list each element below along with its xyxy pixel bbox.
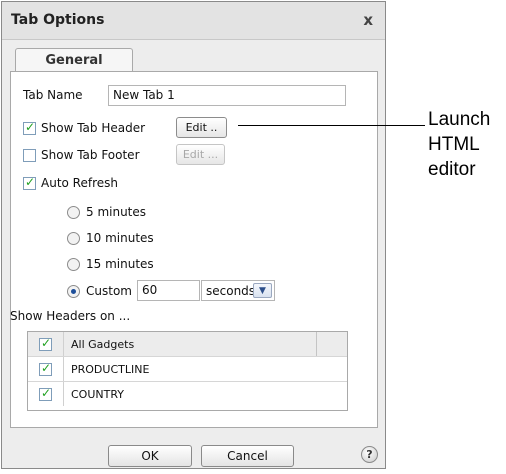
productline-checkbox[interactable]	[39, 361, 52, 376]
callout-text: Launch HTML editor	[428, 107, 490, 182]
country-checkbox[interactable]	[39, 386, 52, 401]
radio-custom-label: Custom	[86, 284, 132, 298]
callout-line	[238, 125, 425, 126]
tab-name-input[interactable]: New Tab 1	[108, 85, 346, 106]
show-tab-header-label: Show Tab Header	[41, 121, 146, 135]
show-tab-header-checkbox[interactable]	[23, 120, 36, 135]
productline-label: PRODUCTLINE	[71, 363, 150, 376]
radio-10-minutes[interactable]	[67, 232, 80, 245]
grid-divider	[316, 332, 317, 356]
grid-divider	[63, 382, 64, 406]
table-row[interactable]: PRODUCTLINE	[28, 357, 347, 382]
custom-unit-value: seconds	[206, 284, 256, 298]
callout-line-2: HTML	[428, 134, 480, 155]
grid-divider	[63, 332, 64, 356]
radio-15-minutes-label: 15 minutes	[86, 257, 154, 271]
callout-line-1: Launch	[428, 109, 491, 130]
edit-footer-button[interactable]: Edit ...	[176, 144, 225, 165]
cancel-button[interactable]: Cancel	[201, 445, 294, 467]
custom-unit-select[interactable]: seconds ▼	[201, 280, 275, 301]
grid-header-row: All Gadgets	[28, 332, 347, 357]
tab-options-dialog: Tab Options x General Tab Name New Tab 1…	[1, 1, 386, 469]
ok-button[interactable]: OK	[108, 445, 192, 467]
radio-5-minutes[interactable]	[67, 206, 80, 219]
show-tab-footer-label: Show Tab Footer	[41, 148, 140, 162]
table-row[interactable]: COUNTRY	[28, 382, 347, 407]
auto-refresh-checkbox[interactable]	[23, 175, 36, 190]
radio-5-minutes-label: 5 minutes	[86, 205, 147, 219]
close-icon[interactable]: x	[363, 11, 373, 29]
all-gadgets-label: All Gadgets	[71, 338, 135, 351]
tab-general[interactable]: General	[15, 48, 133, 72]
radio-custom[interactable]	[67, 285, 80, 298]
show-headers-label: Show Headers on ...	[10, 309, 131, 323]
custom-value-input[interactable]: 60	[137, 280, 200, 301]
edit-header-button[interactable]: Edit ..	[176, 117, 227, 138]
help-icon[interactable]: ?	[361, 446, 378, 463]
tab-name-label: Tab Name	[23, 88, 83, 102]
stage: Tab Options x General Tab Name New Tab 1…	[0, 0, 506, 474]
grid-divider	[63, 357, 64, 381]
callout-line-3: editor	[428, 159, 476, 180]
all-gadgets-checkbox[interactable]	[39, 336, 52, 351]
chevron-down-icon[interactable]: ▼	[253, 283, 272, 298]
show-tab-footer-checkbox[interactable]	[23, 149, 36, 162]
radio-15-minutes[interactable]	[67, 258, 80, 271]
radio-10-minutes-label: 10 minutes	[86, 231, 154, 245]
auto-refresh-label: Auto Refresh	[41, 176, 118, 190]
dialog-titlebar: Tab Options x	[2, 2, 385, 40]
gadget-grid: All Gadgets PRODUCTLINE COUNTRY	[27, 331, 348, 411]
dialog-title: Tab Options	[11, 12, 105, 28]
country-label: COUNTRY	[71, 388, 124, 401]
